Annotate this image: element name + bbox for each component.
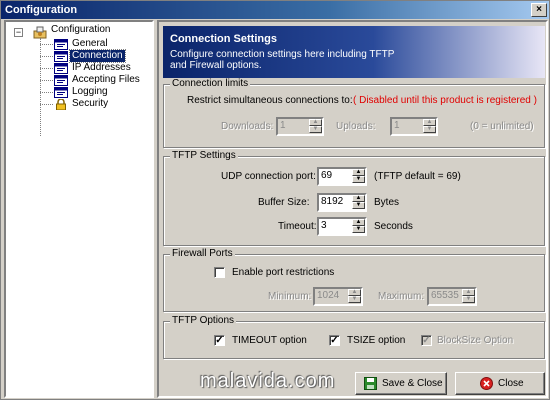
- window-title: Configuration: [5, 4, 78, 16]
- udp-port-note: (TFTP default = 69): [374, 171, 461, 182]
- tree-root-configuration[interactable]: − Configuration: [6, 24, 152, 39]
- timeout-option-checkbox[interactable]: ✓: [214, 335, 225, 346]
- minimum-port-label: Minimum:: [268, 291, 312, 302]
- tftp-settings-group: TFTP Settings UDP connection port: 69 ▲ ▼…: [163, 150, 545, 246]
- tree-item-ip-addresses[interactable]: IP Addresses: [6, 62, 152, 74]
- timeout-unit: Seconds: [374, 221, 413, 232]
- tsize-option-label: TSIZE option: [347, 335, 406, 346]
- buffer-size-value: 8192: [321, 196, 344, 207]
- spin-down-icon[interactable]: ▼: [352, 202, 365, 209]
- spin-down-icon[interactable]: ▼: [352, 226, 365, 233]
- minimum-port-value: 1024: [317, 290, 340, 301]
- spin-down-icon[interactable]: ▼: [348, 296, 361, 303]
- downloads-value: 1: [280, 120, 286, 131]
- banner-title: Connection Settings: [170, 33, 277, 45]
- spin-up-icon[interactable]: ▲: [352, 195, 365, 202]
- save-icon: [364, 377, 377, 390]
- settings-tree[interactable]: − Configuration General Connection IP Ad…: [4, 20, 154, 398]
- configuration-window: Configuration × − Configuration General: [0, 0, 550, 400]
- buffer-size-label: Buffer Size:: [258, 197, 310, 208]
- maximum-port-label: Maximum:: [378, 291, 425, 302]
- tree-root-label: Configuration: [51, 24, 111, 35]
- blocksize-option-label: BlockSize Option: [437, 335, 514, 346]
- spin-up-icon[interactable]: ▲: [423, 119, 436, 126]
- tftp-options-group: TFTP Options ✓ TIMEOUT option ✓ TSIZE op…: [163, 315, 545, 359]
- timeout-label: Timeout:: [278, 221, 317, 232]
- tree-item-label: Connection: [69, 49, 126, 63]
- spin-down-icon[interactable]: ▼: [352, 176, 365, 183]
- tree-item-label: Security: [72, 98, 109, 109]
- tree-item-accepting-files[interactable]: Accepting Files: [6, 74, 152, 86]
- firewall-ports-legend: Firewall Ports: [170, 248, 235, 259]
- spin-up-icon[interactable]: ▲: [352, 169, 365, 176]
- collapse-icon[interactable]: −: [14, 28, 23, 37]
- tree-item-label: Accepting Files: [72, 74, 140, 85]
- checkmark-icon: ✓: [215, 335, 224, 346]
- spin-up-icon[interactable]: ▲: [352, 219, 365, 226]
- tree-item-general[interactable]: General: [6, 38, 152, 50]
- config-page-icon: [54, 63, 68, 74]
- title-bar[interactable]: Configuration ×: [1, 1, 549, 19]
- spin-down-icon[interactable]: ▼: [462, 296, 475, 303]
- unlimited-note: (0 = unlimited): [470, 121, 534, 132]
- watermark: malavida.com: [200, 370, 336, 392]
- blocksize-option-checkbox[interactable]: ✓: [421, 335, 432, 346]
- close-label: Close: [498, 378, 524, 389]
- save-close-label: Save & Close: [382, 378, 443, 389]
- uploads-value: 1: [394, 120, 400, 131]
- enable-port-restrictions-checkbox[interactable]: [214, 267, 225, 278]
- udp-port-spinner[interactable]: 69 ▲ ▼: [317, 167, 367, 186]
- uploads-label: Uploads:: [336, 121, 376, 132]
- buffer-size-unit: Bytes: [374, 197, 400, 208]
- restrict-label: Restrict simultaneous connections to:: [187, 95, 353, 106]
- tftp-options-legend: TFTP Options: [170, 315, 237, 326]
- spin-up-icon[interactable]: ▲: [309, 119, 322, 126]
- timeout-option-label: TIMEOUT option: [232, 335, 307, 346]
- tftp-settings-legend: TFTP Settings: [170, 150, 238, 161]
- connection-limits-legend: Connection limits: [170, 78, 251, 89]
- header-banner: Connection Settings Configure connection…: [163, 26, 545, 78]
- uploads-spinner[interactable]: 1 ▲ ▼: [390, 117, 438, 136]
- udp-port-value: 69: [321, 170, 333, 181]
- tree-item-security[interactable]: Security: [6, 98, 152, 110]
- buffer-size-spinner[interactable]: 8192 ▲ ▼: [317, 193, 367, 212]
- close-icon: [480, 377, 493, 390]
- timeout-spinner[interactable]: 3 ▲ ▼: [317, 217, 367, 236]
- checkmark-icon: ✓: [422, 335, 431, 346]
- spin-down-icon[interactable]: ▼: [423, 126, 436, 133]
- banner-description: Configure connection settings here inclu…: [170, 49, 395, 71]
- downloads-spinner[interactable]: 1 ▲ ▼: [276, 117, 324, 136]
- firewall-ports-group: Firewall Ports Enable port restrictions …: [163, 248, 545, 312]
- config-page-icon: [54, 51, 68, 62]
- lock-icon: [56, 99, 66, 110]
- spin-up-icon[interactable]: ▲: [462, 289, 475, 296]
- config-page-icon: [54, 87, 68, 98]
- enable-port-restrictions-label: Enable port restrictions: [232, 267, 335, 278]
- timeout-value: 3: [321, 220, 327, 231]
- downloads-label: Downloads:: [221, 121, 274, 132]
- configuration-icon: [33, 26, 47, 39]
- close-glyph: ×: [536, 4, 542, 15]
- close-button[interactable]: Close: [455, 372, 545, 395]
- tree-item-connection[interactable]: Connection: [6, 49, 152, 63]
- connection-limits-group: Connection limits Restrict simultaneous …: [163, 78, 545, 148]
- udp-port-label: UDP connection port:: [221, 171, 316, 182]
- tree-item-label: Logging: [72, 86, 108, 97]
- spin-up-icon[interactable]: ▲: [348, 289, 361, 296]
- tree-item-label: IP Addresses: [72, 62, 131, 73]
- config-page-icon: [54, 75, 68, 86]
- maximum-port-value: 65535: [431, 290, 459, 301]
- restrict-disabled-note: ( Disabled until this product is registe…: [353, 95, 537, 106]
- window-close-button[interactable]: ×: [531, 3, 547, 17]
- checkmark-icon: ✓: [330, 335, 339, 346]
- tsize-option-checkbox[interactable]: ✓: [329, 335, 340, 346]
- settings-panel: Connection Settings Configure connection…: [157, 20, 548, 398]
- tree-item-label: General: [72, 38, 108, 49]
- config-page-icon: [54, 39, 68, 50]
- minimum-port-spinner[interactable]: 1024 ▲ ▼: [313, 287, 363, 306]
- spin-down-icon[interactable]: ▼: [309, 126, 322, 133]
- save-close-button[interactable]: Save & Close: [355, 372, 447, 395]
- tree-item-logging[interactable]: Logging: [6, 86, 152, 98]
- maximum-port-spinner[interactable]: 65535 ▲ ▼: [427, 287, 477, 306]
